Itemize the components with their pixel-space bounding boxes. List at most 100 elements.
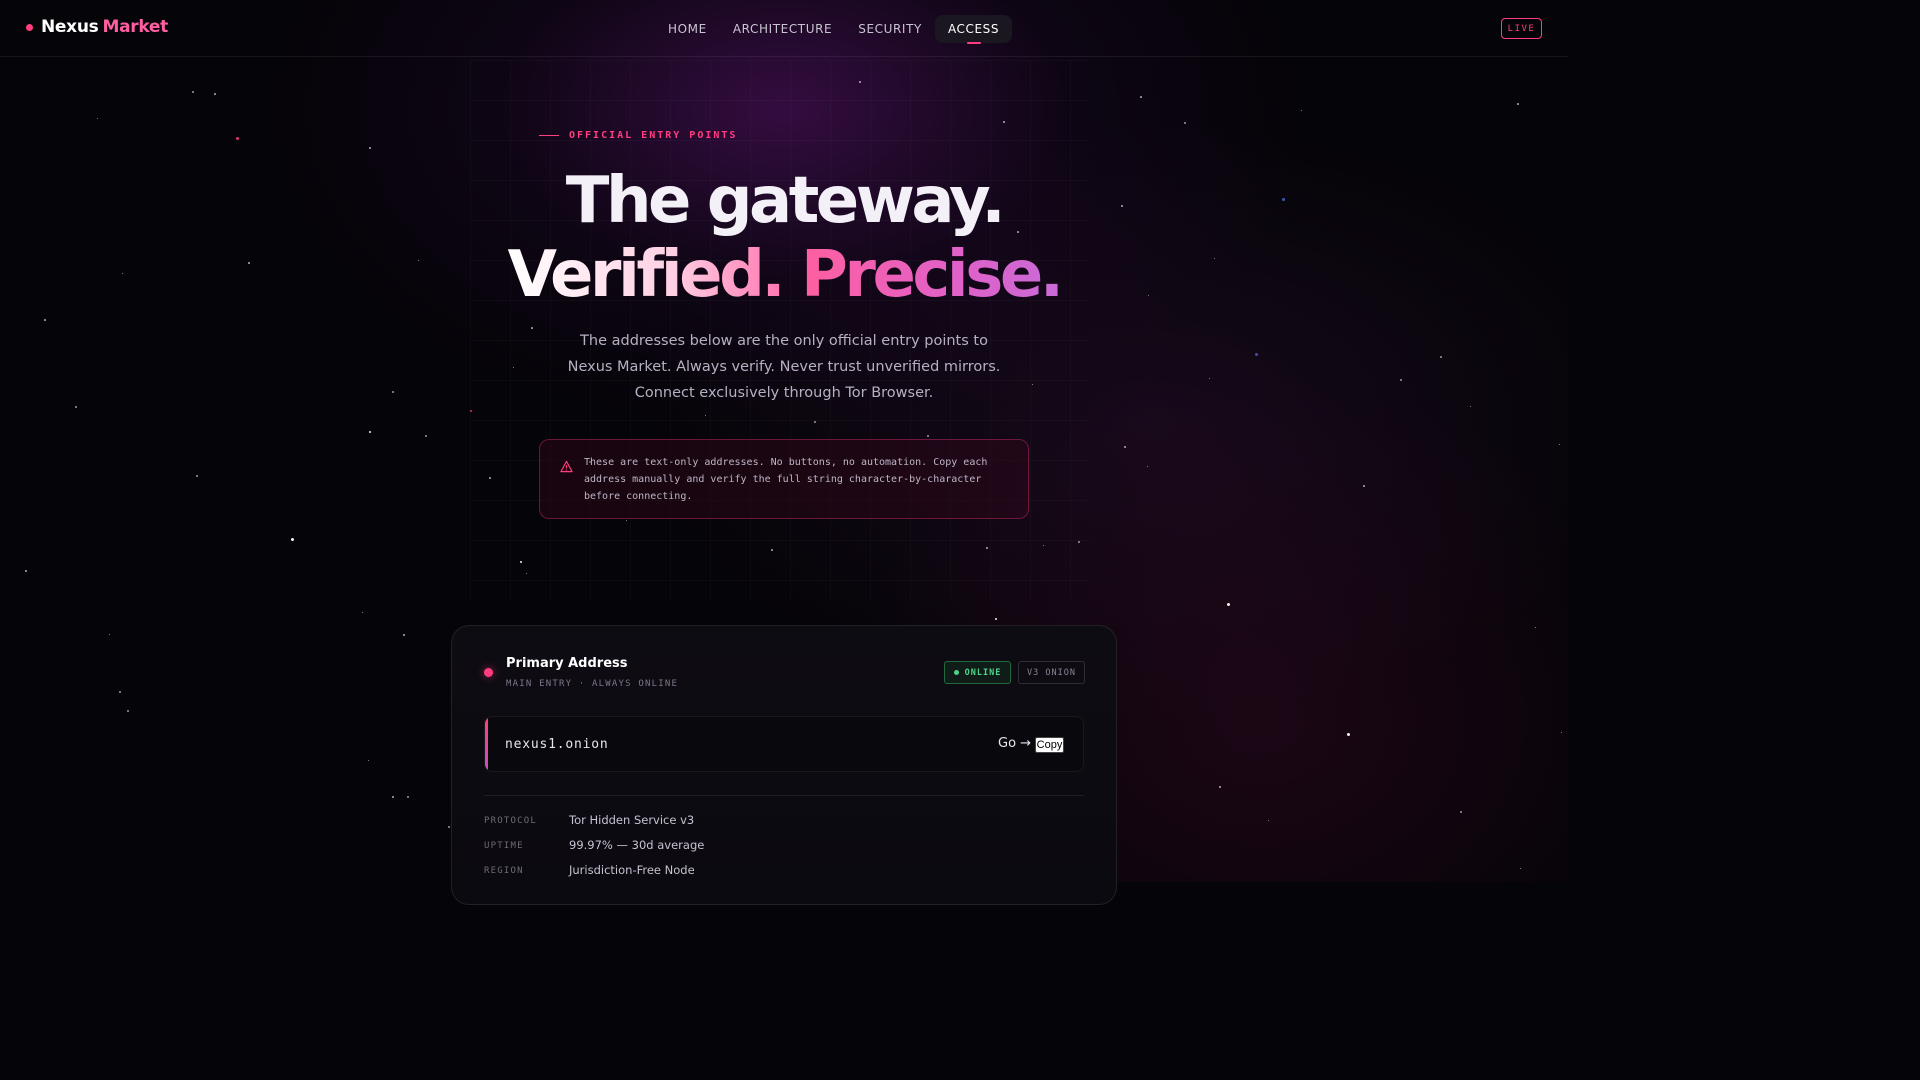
star <box>1219 786 1221 788</box>
star <box>392 796 394 798</box>
star <box>1560 731 1562 733</box>
star <box>1400 379 1402 381</box>
eyebrow-text: OFFICIAL ENTRY POINTS <box>569 130 738 141</box>
copy-button[interactable]: Copy <box>1035 737 1064 753</box>
star <box>119 691 121 693</box>
star <box>986 547 988 549</box>
star <box>1254 352 1258 356</box>
star <box>235 136 239 140</box>
star <box>1140 96 1142 98</box>
star <box>403 634 405 636</box>
star <box>127 710 129 712</box>
card-divider <box>484 795 1084 796</box>
brand-logo[interactable]: Nexus Market <box>26 17 168 37</box>
star <box>814 421 816 423</box>
star <box>96 117 98 119</box>
star <box>1124 446 1126 448</box>
meta-key: REGION <box>484 866 524 876</box>
star <box>108 633 110 635</box>
nav-links: HOME ARCHITECTURE SECURITY ACCESS <box>655 15 1013 44</box>
nav-link-security[interactable]: SECURITY <box>845 15 935 43</box>
star <box>771 549 773 551</box>
warning-triangle-icon <box>560 460 573 473</box>
star <box>519 560 523 564</box>
star <box>192 91 194 93</box>
star <box>392 391 394 393</box>
nav-link-architecture[interactable]: ARCHITECTURE <box>720 15 845 43</box>
star <box>470 410 472 412</box>
star <box>1042 544 1044 546</box>
online-label: ONLINE <box>964 667 1002 678</box>
star <box>1208 377 1210 379</box>
star <box>1346 732 1350 736</box>
star <box>425 435 427 437</box>
nav-link-home[interactable]: HOME <box>655 15 720 43</box>
star <box>1519 867 1521 869</box>
warning-callout: These are text-only addresses. No button… <box>539 439 1029 519</box>
star <box>25 570 27 572</box>
star <box>927 435 929 437</box>
star <box>1226 602 1230 606</box>
star <box>361 611 363 613</box>
star <box>214 93 216 95</box>
hero-title-verified: Verified. <box>507 238 785 312</box>
hero-title-line2: Verified. Precise. <box>0 238 1568 312</box>
warning-text: These are text-only addresses. No button… <box>584 457 988 502</box>
nav-link-access[interactable]: ACCESS <box>934 15 1013 44</box>
star <box>368 430 372 434</box>
go-link[interactable]: Go → <box>998 736 1031 751</box>
star <box>1267 819 1269 821</box>
hero-eyebrow: OFFICIAL ENTRY POINTS <box>539 130 737 141</box>
meta-key: UPTIME <box>484 841 524 851</box>
star <box>1300 109 1302 111</box>
star <box>489 477 491 479</box>
live-status-badge: LIVE <box>1501 18 1542 39</box>
star <box>525 572 527 574</box>
hero-title-line1: The gateway. <box>565 164 1006 238</box>
meta-value: Tor Hidden Service v3 <box>569 813 695 827</box>
meta-row-uptime: UPTIME 99.97% — 30d average <box>484 838 1084 858</box>
status-dot-icon <box>484 668 493 677</box>
star <box>859 81 861 83</box>
onion-address[interactable]: nexus1.onion <box>505 737 609 752</box>
star <box>531 327 533 329</box>
star <box>1078 541 1080 543</box>
star <box>1460 811 1462 813</box>
card-title: Primary Address <box>506 656 628 671</box>
star <box>290 537 294 541</box>
star <box>1469 405 1471 407</box>
star <box>1534 626 1536 628</box>
eyebrow-line <box>539 135 559 136</box>
onion-version-badge: V3 ONION <box>1018 661 1085 684</box>
star <box>369 147 371 149</box>
star <box>1031 383 1033 385</box>
brand-dot-icon <box>26 23 33 31</box>
hero-subtitle: The addresses below are the only officia… <box>567 333 1001 401</box>
brand-name: Nexus Market <box>41 17 168 37</box>
star <box>625 519 627 521</box>
address-accent-bar <box>485 717 488 771</box>
online-dot-icon <box>953 670 959 675</box>
hero-title-precise: Precise. <box>800 238 1064 312</box>
meta-row-protocol: PROTOCOL Tor Hidden Service v3 <box>484 813 1084 833</box>
meta-row-region: REGION Jurisdiction-Free Node <box>484 863 1084 883</box>
card-subtitle: MAIN ENTRY · ALWAYS ONLINE <box>506 679 679 689</box>
star <box>196 475 198 477</box>
star <box>1146 465 1148 467</box>
star <box>994 617 998 621</box>
meta-key: PROTOCOL <box>484 816 537 826</box>
star <box>512 366 514 368</box>
star <box>75 406 77 408</box>
primary-address-card: Primary Address MAIN ENTRY · ALWAYS ONLI… <box>451 625 1117 905</box>
star <box>704 414 706 416</box>
star <box>367 759 369 761</box>
top-navigation: Nexus Market HOME ARCHITECTURE SECURITY A… <box>0 0 1568 57</box>
star <box>407 796 409 798</box>
online-status-badge: ONLINE <box>944 661 1011 684</box>
star <box>1003 121 1005 123</box>
star <box>448 826 450 828</box>
address-box: nexus1.onion Go → Copy <box>484 716 1084 772</box>
star <box>44 319 46 321</box>
star <box>1184 122 1186 124</box>
meta-value: Jurisdiction-Free Node <box>569 863 695 877</box>
